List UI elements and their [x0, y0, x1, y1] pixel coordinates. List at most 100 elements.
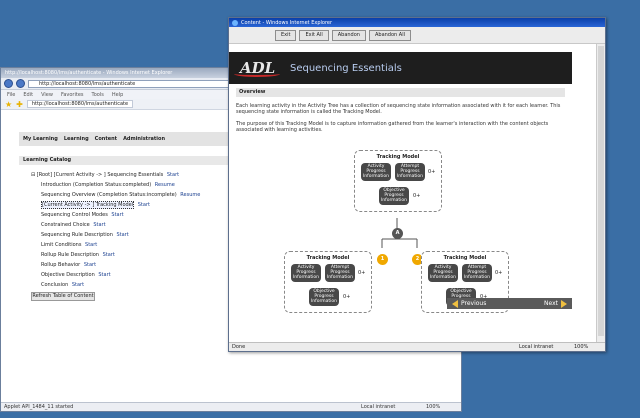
- course-title: Sequencing Essentials: [290, 62, 402, 74]
- security-zone: Local intranet: [361, 404, 396, 410]
- menu-tools[interactable]: Tools: [92, 92, 104, 98]
- status-bar: Done Local intranet 100%: [229, 342, 605, 351]
- previous-arrow-icon: [452, 299, 458, 308]
- favorites-star-icon[interactable]: ★: [5, 100, 12, 109]
- catalog-item: Sequencing Rule Description Start: [31, 230, 261, 240]
- catalog-item: [Current Activity -> ] Tracking Model St…: [31, 200, 261, 210]
- add-favorite-icon[interactable]: ✚: [16, 100, 23, 109]
- previous-label: Previous: [461, 300, 487, 307]
- box-title: Tracking Model: [306, 255, 350, 261]
- catalog-item-action[interactable]: Resume: [155, 182, 175, 188]
- window-title: http://localhost:8080/lms/authenticate -…: [5, 70, 173, 76]
- next-button[interactable]: Next: [544, 299, 567, 308]
- logo-swoosh: [234, 71, 280, 77]
- catalog-item-label: Sequencing Overview (Completion Status:i…: [41, 192, 177, 198]
- catalog-item: Introduction (Completion Status:complete…: [31, 180, 261, 190]
- catalog-item-action[interactable]: Start: [72, 282, 84, 288]
- box-title: Tracking Model: [376, 154, 420, 160]
- multiplicity: 0+: [495, 270, 503, 276]
- multiplicity: 0+: [428, 169, 436, 175]
- catalog-item-action[interactable]: Start: [93, 222, 105, 228]
- catalog-item-action[interactable]: Start: [138, 202, 150, 208]
- activity-progress-pill: Activity Progress Information: [361, 163, 391, 181]
- catalog-item-label: Sequencing Rule Description: [41, 232, 113, 238]
- previous-button[interactable]: Previous: [452, 299, 487, 308]
- vertical-scrollbar[interactable]: [596, 44, 605, 344]
- menu-help[interactable]: Help: [112, 92, 123, 98]
- catalog-item-action[interactable]: Start: [167, 172, 179, 178]
- tree-toggle-icon[interactable]: ⊟: [31, 172, 35, 178]
- abandon-all-button[interactable]: Abandon All: [368, 29, 411, 41]
- catalog-item-action[interactable]: Start: [116, 232, 128, 238]
- tracking-model-box-1: Tracking Model Activity Progress Informa…: [284, 251, 372, 313]
- status-text: Done: [232, 344, 246, 350]
- window-title: Content - Windows Internet Explorer: [241, 19, 333, 26]
- catalog-item: Sequencing Overview (Completion Status:i…: [31, 190, 261, 200]
- menu-favorites[interactable]: Favorites: [61, 92, 84, 98]
- catalog-item: Constrained Choice Start: [31, 220, 261, 230]
- exit-all-button[interactable]: Exit All: [299, 29, 329, 41]
- box-title: Tracking Model: [443, 255, 487, 261]
- catalog-item-action[interactable]: Start: [103, 252, 115, 258]
- nav-my-learning[interactable]: My Learning: [23, 136, 58, 142]
- learning-catalog-heading: Learning Catalog: [19, 156, 229, 165]
- catalog-tree: ⊟ [Root] [Current Activity -> ] Sequenci…: [31, 170, 261, 301]
- catalog-item-action[interactable]: Start: [98, 272, 110, 278]
- catalog-item: Conclusion Start: [31, 280, 261, 290]
- nav-learning[interactable]: Learning: [64, 136, 89, 142]
- attempt-progress-pill: Attempt Progress Information: [395, 163, 425, 181]
- adl-logo: ADL: [234, 53, 284, 83]
- catalog-item: Sequencing Control Modes Start: [31, 210, 261, 220]
- catalog-item-label: Limit Conditions: [41, 242, 82, 248]
- zoom-level[interactable]: 100%: [426, 404, 440, 410]
- attempt-progress-pill: Attempt Progress Information: [325, 264, 355, 282]
- page-navigation: Previous Next: [447, 298, 572, 309]
- catalog-item-label: Constrained Choice: [41, 222, 90, 228]
- refresh-toc-button[interactable]: Refresh Table of Content: [31, 292, 95, 301]
- next-label: Next: [544, 300, 558, 307]
- activity-progress-pill: Activity Progress Information: [428, 264, 458, 282]
- content-browser-window: Content - Windows Internet Explorer Exit…: [228, 17, 606, 352]
- objective-progress-pill: Objective Progress Information: [379, 187, 409, 205]
- tracking-model-box-root: Tracking Model Activity Progress Informa…: [354, 150, 442, 212]
- catalog-item-label: Rollup Behavior: [41, 262, 81, 268]
- catalog-item-action[interactable]: Start: [84, 262, 96, 268]
- navigation-toolbar: Exit Exit All Abandon Abandon All: [229, 27, 605, 44]
- status-text: Applet API_1484_11 started: [4, 404, 74, 410]
- status-bar: Applet API_1484_11 started Local intrane…: [1, 402, 461, 411]
- window-title-bar: Content - Windows Internet Explorer: [229, 18, 605, 27]
- back-button[interactable]: [4, 79, 13, 88]
- catalog-item-label: Rollup Rule Description: [41, 252, 99, 258]
- menu-view[interactable]: View: [41, 92, 53, 98]
- catalog-item: ⊟ [Root] [Current Activity -> ] Sequenci…: [31, 170, 261, 180]
- menu-file[interactable]: File: [7, 92, 15, 98]
- attempt-progress-pill: Attempt Progress Information: [462, 264, 492, 282]
- menu-edit[interactable]: Edit: [23, 92, 33, 98]
- nav-content[interactable]: Content: [95, 136, 117, 142]
- objective-progress-pill: Objective Progress Information: [309, 288, 339, 306]
- paragraph: The purpose of this Tracking Model is to…: [236, 121, 549, 133]
- paragraph: Each learning activity in the Activity T…: [236, 103, 561, 115]
- badge-1: 1: [377, 254, 388, 265]
- multiplicity: 0+: [358, 270, 366, 276]
- catalog-item-label: Sequencing Control Modes: [41, 212, 108, 218]
- abandon-button[interactable]: Abandon: [331, 29, 366, 41]
- catalog-item: Rollup Behavior Start: [31, 260, 261, 270]
- next-arrow-icon: [561, 299, 567, 308]
- security-zone: Local intranet: [519, 344, 554, 350]
- nav-administration[interactable]: Administration: [123, 136, 165, 142]
- multiplicity: 0+: [343, 294, 351, 300]
- catalog-item-action[interactable]: Start: [85, 242, 97, 248]
- lesson-content: Overview Each learning activity in the A…: [229, 84, 572, 137]
- forward-button[interactable]: [16, 79, 25, 88]
- favorites-tab[interactable]: http://localhost:8080/lms/authenticate: [26, 100, 134, 108]
- course-banner: ADL Sequencing Essentials: [229, 52, 572, 84]
- catalog-item-label: [Root] [Current Activity -> ] Sequencing…: [36, 172, 164, 178]
- multiplicity: 0+: [413, 193, 421, 199]
- exit-button[interactable]: Exit: [275, 29, 297, 41]
- zoom-level[interactable]: 100%: [574, 344, 588, 350]
- catalog-item: Limit Conditions Start: [31, 240, 261, 250]
- tracking-model-diagram: Tracking Model Activity Progress Informa…: [279, 148, 579, 320]
- catalog-item-action[interactable]: Resume: [180, 192, 200, 198]
- catalog-item-action[interactable]: Start: [111, 212, 123, 218]
